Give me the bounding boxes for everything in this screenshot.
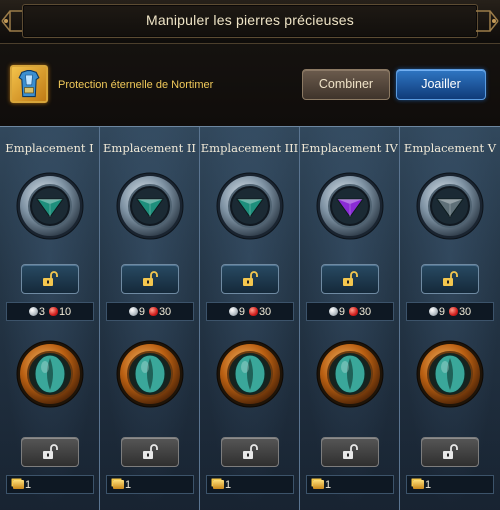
eye-gem-socket[interactable] xyxy=(415,339,485,409)
gold-cost-bar: 1 xyxy=(306,475,394,494)
unlock-button[interactable] xyxy=(21,437,79,467)
jeweler-button[interactable]: Joailler xyxy=(396,69,486,100)
slots-panel: Emplacement I 3 10 1 Emplacement II 9 30 1 Empla… xyxy=(0,126,500,510)
eye-gem-socket[interactable] xyxy=(315,339,385,409)
gem-socket[interactable] xyxy=(315,171,385,241)
silver-coin-icon xyxy=(228,307,238,316)
ruby-icon xyxy=(248,307,258,316)
eye-gem-socket[interactable] xyxy=(15,339,85,409)
gem-socket[interactable] xyxy=(115,171,185,241)
unlock-icon xyxy=(343,444,358,459)
silver-cost: 9 xyxy=(238,305,245,318)
unlock-button[interactable] xyxy=(321,264,379,294)
gold-cost: 1 xyxy=(225,478,232,491)
unlock-icon xyxy=(343,271,358,286)
unlock-icon xyxy=(143,444,158,459)
unlock-button[interactable] xyxy=(421,437,479,467)
eye-gem-socket[interactable] xyxy=(215,339,285,409)
slot-column: Emplacement III 9 30 1 xyxy=(200,127,300,510)
slot-title: Emplacement V xyxy=(403,141,497,155)
cost-bar: 3 10 xyxy=(6,302,94,321)
cost-bar: 9 30 xyxy=(406,302,494,321)
slot-column: Emplacement I 3 10 1 xyxy=(0,127,100,510)
silver-coin-icon xyxy=(428,307,438,316)
unlock-icon xyxy=(443,271,458,286)
slot-title: Emplacement IV xyxy=(301,141,398,155)
unlock-button[interactable] xyxy=(121,264,179,294)
gold-cost-bar: 1 xyxy=(6,475,94,494)
silver-cost: 3 xyxy=(38,305,45,318)
unlock-icon xyxy=(143,271,158,286)
gold-cost-bar: 1 xyxy=(206,475,294,494)
unlock-button[interactable] xyxy=(121,437,179,467)
cost-bar: 9 30 xyxy=(306,302,394,321)
unlock-button[interactable] xyxy=(221,264,279,294)
ruby-icon xyxy=(448,307,458,316)
gold-bar-icon xyxy=(213,480,224,489)
ruby-cost: 30 xyxy=(258,305,272,318)
slot-title: Emplacement III xyxy=(200,141,299,155)
cost-bar: 9 30 xyxy=(106,302,194,321)
ruby-cost: 10 xyxy=(58,305,72,318)
unlock-icon xyxy=(43,444,58,459)
ruby-cost: 30 xyxy=(158,305,172,318)
gem-socket[interactable] xyxy=(15,171,85,241)
window-title: Manipuler les pierres précieuses xyxy=(146,12,354,28)
unlock-button[interactable] xyxy=(421,264,479,294)
gold-cost: 1 xyxy=(325,478,332,491)
gold-cost: 1 xyxy=(425,478,432,491)
silver-cost: 9 xyxy=(138,305,145,318)
cost-bar: 9 30 xyxy=(206,302,294,321)
silver-coin-icon xyxy=(128,307,138,316)
gold-bar-icon xyxy=(13,480,24,489)
ornament-right-icon xyxy=(476,10,499,32)
ruby-icon xyxy=(148,307,158,316)
unlock-icon xyxy=(43,271,58,286)
armor-icon[interactable] xyxy=(10,65,48,103)
slot-column: Emplacement II 9 30 1 xyxy=(100,127,200,510)
ruby-cost: 30 xyxy=(358,305,372,318)
silver-coin-icon xyxy=(28,307,38,316)
silver-cost: 9 xyxy=(438,305,445,318)
ruby-icon xyxy=(48,307,58,316)
slot-column: Emplacement V 9 30 1 xyxy=(400,127,500,510)
unlock-icon xyxy=(443,444,458,459)
unlock-icon xyxy=(243,444,258,459)
silver-coin-icon xyxy=(328,307,338,316)
item-name: Protection éternelle de Nortimer xyxy=(58,79,214,91)
combine-button[interactable]: Combiner xyxy=(302,69,390,100)
ruby-icon xyxy=(348,307,358,316)
gold-cost: 1 xyxy=(125,478,132,491)
eye-gem-socket[interactable] xyxy=(115,339,185,409)
unlock-icon xyxy=(243,271,258,286)
gold-bar-icon xyxy=(413,480,424,489)
gold-cost: 1 xyxy=(25,478,32,491)
silver-cost: 9 xyxy=(338,305,345,318)
unlock-button[interactable] xyxy=(221,437,279,467)
gold-bar-icon xyxy=(313,480,324,489)
ruby-cost: 30 xyxy=(458,305,472,318)
slot-title: Emplacement I xyxy=(5,141,94,155)
gold-cost-bar: 1 xyxy=(406,475,494,494)
gold-bar-icon xyxy=(113,480,124,489)
slot-title: Emplacement II xyxy=(103,141,196,155)
title-bar: Manipuler les pierres précieuses xyxy=(0,0,500,44)
gem-socket[interactable] xyxy=(415,171,485,241)
slot-column: Emplacement IV 9 30 1 xyxy=(300,127,400,510)
unlock-button[interactable] xyxy=(21,264,79,294)
gold-cost-bar: 1 xyxy=(106,475,194,494)
gem-socket[interactable] xyxy=(215,171,285,241)
unlock-button[interactable] xyxy=(321,437,379,467)
